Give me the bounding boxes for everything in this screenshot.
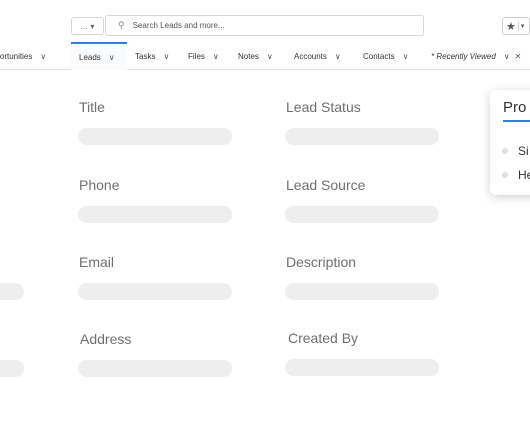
star-icon: ★ xyxy=(506,20,516,33)
global-search-box[interactable]: ⚲ xyxy=(105,15,424,36)
search-input[interactable] xyxy=(132,21,393,30)
tab-label: Leads xyxy=(79,52,101,62)
field-label-lead-source: Lead Source xyxy=(286,177,366,193)
field-value-address xyxy=(78,360,232,377)
field-label-created-by: Created By xyxy=(288,330,359,346)
field-label-lead-status: Lead Status xyxy=(286,99,361,115)
tab-tasks[interactable]: Tasks ∨ xyxy=(135,42,169,70)
popover-item-label: He xyxy=(518,168,530,182)
tab-notes[interactable]: Notes ∨ xyxy=(238,42,273,70)
tab-label: Tasks xyxy=(135,51,156,61)
field-label-title: Title xyxy=(79,99,105,115)
popover-title: Pro xyxy=(503,99,527,116)
chevron-down-icon[interactable]: ∨ xyxy=(163,52,169,61)
tab-leads[interactable]: Leads ∨ xyxy=(71,42,127,70)
chevron-down-icon[interactable]: ∨ xyxy=(335,52,341,61)
search-icon: ⚲ xyxy=(118,20,125,30)
tab-label: Notes xyxy=(238,51,259,61)
popover-item-label: Si xyxy=(518,144,529,158)
field-label-phone: Phone xyxy=(79,177,120,193)
search-scope-dropdown[interactable]: ... ▾ xyxy=(71,17,104,35)
app-navigation-bar: pportunities ∨ Leads ∨ Tasks ∨ Files ∨ N… xyxy=(0,42,530,70)
tab-recently-viewed[interactable]: * Recently Viewed ∨ ✕ xyxy=(431,42,521,70)
favorites-button[interactable]: ★ ▾ xyxy=(502,17,530,35)
field-value-lead-source xyxy=(285,206,439,223)
field-value-lead-status xyxy=(285,128,439,145)
popover-title-underline xyxy=(503,120,530,122)
tab-label: Contacts xyxy=(363,51,395,61)
field-value-phone xyxy=(78,206,232,223)
tab-label: Accounts xyxy=(294,51,327,61)
chevron-down-icon: ▾ xyxy=(90,21,95,31)
tab-files[interactable]: Files ∨ xyxy=(188,42,219,70)
field-value-created-by xyxy=(285,359,439,376)
bullet-icon xyxy=(502,172,508,178)
chevron-down-icon[interactable]: ∨ xyxy=(504,52,510,61)
popover-list-item[interactable]: Si xyxy=(502,144,529,158)
close-icon[interactable]: ✕ xyxy=(515,52,522,61)
popover-list-item[interactable]: He xyxy=(502,168,530,182)
chevron-down-icon[interactable]: ∨ xyxy=(213,52,219,61)
tab-accounts[interactable]: Accounts ∨ xyxy=(294,42,341,70)
chevron-down-icon[interactable]: ∨ xyxy=(109,53,115,62)
chevron-down-icon[interactable]: ∨ xyxy=(267,52,273,61)
chevron-down-icon: ▾ xyxy=(517,22,524,30)
tab-label: pportunities xyxy=(0,51,33,61)
field-label-description: Description xyxy=(286,254,357,270)
tab-label: * Recently Viewed xyxy=(431,51,496,61)
field-label-email: Email xyxy=(79,254,115,270)
field-value-partial xyxy=(0,360,24,377)
field-value-title xyxy=(78,128,232,145)
field-value-email xyxy=(78,283,232,300)
chevron-down-icon[interactable]: ∨ xyxy=(40,52,46,61)
search-scope-label: ... xyxy=(80,21,88,31)
related-popover-card: Pro Si He xyxy=(490,90,530,195)
tab-opportunities[interactable]: pportunities ∨ xyxy=(0,42,46,70)
bullet-icon xyxy=(502,148,508,154)
field-label-address: Address xyxy=(80,331,132,347)
chevron-down-icon[interactable]: ∨ xyxy=(403,52,409,61)
field-value-description xyxy=(285,283,439,300)
tab-label: Files xyxy=(188,51,205,61)
field-value-partial xyxy=(0,283,24,300)
tab-contacts[interactable]: Contacts ∨ xyxy=(363,42,408,70)
